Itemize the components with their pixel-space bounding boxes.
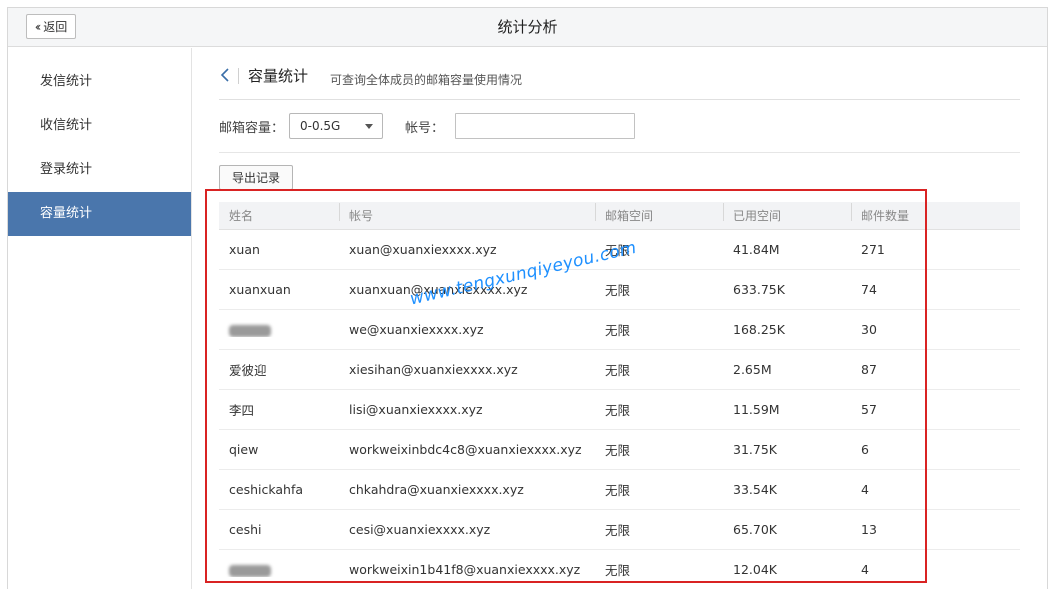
cell-used-space: 11.59M xyxy=(733,402,780,417)
sidebar-item-label: 容量统计 xyxy=(40,206,93,221)
cell-mail-count: 74 xyxy=(861,282,877,297)
table-row: xuan xuan@xuanxiexxxx.xyz 无限 41.84M 271 xyxy=(219,230,1020,270)
table-row: workweixin1b41f8@xuanxiexxxx.xyz 无限 12.04K… xyxy=(219,550,1020,589)
cell-name: xuanxuan xyxy=(229,282,291,297)
export-records-button[interactable]: 导出记录 xyxy=(219,165,293,190)
table-row: we@xuanxiexxxx.xyz 无限 168.25K 30 xyxy=(219,310,1020,350)
cell-mailbox-space: 无限 xyxy=(605,563,631,578)
cell-used-space: 41.84M xyxy=(733,242,780,257)
table-row: xuanxuan xuanxuan@xuanxiexxxx.xyz 无限 633.75… xyxy=(219,270,1020,310)
column-header-account: 帐号 xyxy=(339,203,595,224)
cell-used-space: 633.75K xyxy=(733,282,785,297)
table-row: qiew workweixinbdc4c8@xuanxiexxxx.xyz 无限 31… xyxy=(219,430,1020,470)
cell-account: cesi@xuanxiexxxx.xyz xyxy=(349,522,491,537)
cell-mailbox-space: 无限 xyxy=(605,483,631,498)
cell-mail-count: 87 xyxy=(861,362,877,377)
cell-account: xuanxuan@xuanxiexxxx.xyz xyxy=(349,282,528,297)
top-bar: ‹‹ 返回 统计分析 xyxy=(8,8,1047,47)
capacity-table: 姓名 帐号 邮箱空间 已用空间 邮件数量 xuan xuan@xuanxiexxx… xyxy=(219,202,1020,589)
caret-down-icon xyxy=(365,124,373,129)
cell-account: chkahdra@xuanxiexxxx.xyz xyxy=(349,482,524,497)
account-input[interactable] xyxy=(455,113,635,139)
sidebar-item-capacity-stats[interactable]: 容量统计 xyxy=(8,192,191,236)
cell-name: 爱彼迎 xyxy=(229,363,267,378)
sidebar-item-label: 发信统计 xyxy=(40,74,93,89)
cell-name xyxy=(219,322,339,337)
cell-name: qiew xyxy=(229,442,259,457)
cell-mailbox-space: 无限 xyxy=(605,283,631,298)
cell-mailbox-space: 无限 xyxy=(605,403,631,418)
cell-mailbox-space: 无限 xyxy=(605,323,631,338)
capacity-filter-label: 邮箱容量： xyxy=(219,121,285,136)
table-header: 姓名 帐号 邮箱空间 已用空间 邮件数量 xyxy=(219,202,1020,230)
cell-mail-count: 271 xyxy=(861,242,885,257)
cell-mail-count: 4 xyxy=(861,562,869,577)
sidebar-item-receive-stats[interactable]: 收信统计 xyxy=(8,104,191,148)
cell-used-space: 12.04K xyxy=(733,562,777,577)
redacted-name xyxy=(229,324,271,337)
cell-mailbox-space: 无限 xyxy=(605,443,631,458)
cell-mailbox-space: 无限 xyxy=(605,363,631,378)
page-header: 容量统计 可查询全体成员的邮箱容量使用情况 xyxy=(219,48,1020,100)
column-header-mailbox-space: 邮箱空间 xyxy=(595,203,723,224)
cell-mail-count: 30 xyxy=(861,322,877,337)
cell-mail-count: 13 xyxy=(861,522,877,537)
cell-used-space: 168.25K xyxy=(733,322,785,337)
sidebar-item-login-stats[interactable]: 登录统计 xyxy=(8,148,191,192)
sidebar-item-send-stats[interactable]: 发信统计 xyxy=(8,60,191,104)
table-row: ceshi cesi@xuanxiexxxx.xyz 无限 65.70K 13 xyxy=(219,510,1020,550)
chevron-left-icon[interactable] xyxy=(219,68,231,82)
page-subtitle: 可查询全体成员的邮箱容量使用情况 xyxy=(330,73,523,87)
cell-mail-count: 57 xyxy=(861,402,877,417)
cell-account: workweixin1b41f8@xuanxiexxxx.xyz xyxy=(349,562,581,577)
cell-account: xuan@xuanxiexxxx.xyz xyxy=(349,242,497,257)
cell-name: 李四 xyxy=(229,403,255,418)
main-content: 容量统计 可查询全体成员的邮箱容量使用情况 邮箱容量： 0-0.5G 帐号： 导… xyxy=(219,48,1020,589)
cell-used-space: 65.70K xyxy=(733,522,777,537)
cell-account: we@xuanxiexxxx.xyz xyxy=(349,322,484,337)
cell-mail-count: 6 xyxy=(861,442,869,457)
redacted-name xyxy=(229,564,271,577)
table-row: 爱彼迎 xiesihan@xuanxiexxxx.xyz 无限 2.65M 87 xyxy=(219,350,1020,390)
filter-bar: 邮箱容量： 0-0.5G 帐号： xyxy=(219,100,1020,153)
cell-account: xiesihan@xuanxiexxxx.xyz xyxy=(349,362,518,377)
divider xyxy=(238,68,239,84)
sidebar-item-label: 登录统计 xyxy=(40,162,93,177)
cell-mailbox-space: 无限 xyxy=(605,243,631,258)
cell-mail-count: 4 xyxy=(861,482,869,497)
app-window: ‹‹ 返回 统计分析 发信统计 收信统计 登录统计 容量统计 容量统计 可查询全… xyxy=(7,7,1048,589)
cell-mailbox-space: 无限 xyxy=(605,523,631,538)
cell-used-space: 33.54K xyxy=(733,482,777,497)
app-title: 统计分析 xyxy=(497,18,558,36)
account-filter-label: 帐号： xyxy=(405,121,445,136)
table-row: 李四 lisi@xuanxiexxxx.xyz 无限 11.59M 57 xyxy=(219,390,1020,430)
column-header-used-space: 已用空间 xyxy=(723,203,851,224)
table-body: xuan xuan@xuanxiexxxx.xyz 无限 41.84M 271 xuanx… xyxy=(219,230,1020,589)
cell-used-space: 2.65M xyxy=(733,362,772,377)
column-header-name: 姓名 xyxy=(229,209,254,223)
capacity-select[interactable]: 0-0.5G xyxy=(289,113,383,139)
table-row: ceshickahfa chkahdra@xuanxiexxxx.xyz 无限 33.… xyxy=(219,470,1020,510)
page-title: 容量统计 xyxy=(248,67,309,85)
cell-name: ceshi xyxy=(229,522,262,537)
column-header-mail-count: 邮件数量 xyxy=(851,203,971,224)
sidebar-item-label: 收信统计 xyxy=(40,118,93,133)
cell-account: lisi@xuanxiexxxx.xyz xyxy=(349,402,483,417)
cell-name: xuan xyxy=(229,242,260,257)
cell-name: ceshickahfa xyxy=(229,482,304,497)
cell-account: workweixinbdc4c8@xuanxiexxxx.xyz xyxy=(349,442,582,457)
capacity-select-value: 0-0.5G xyxy=(300,119,341,133)
cell-used-space: 31.75K xyxy=(733,442,777,457)
sidebar: 发信统计 收信统计 登录统计 容量统计 xyxy=(8,48,192,589)
cell-name xyxy=(219,562,339,577)
